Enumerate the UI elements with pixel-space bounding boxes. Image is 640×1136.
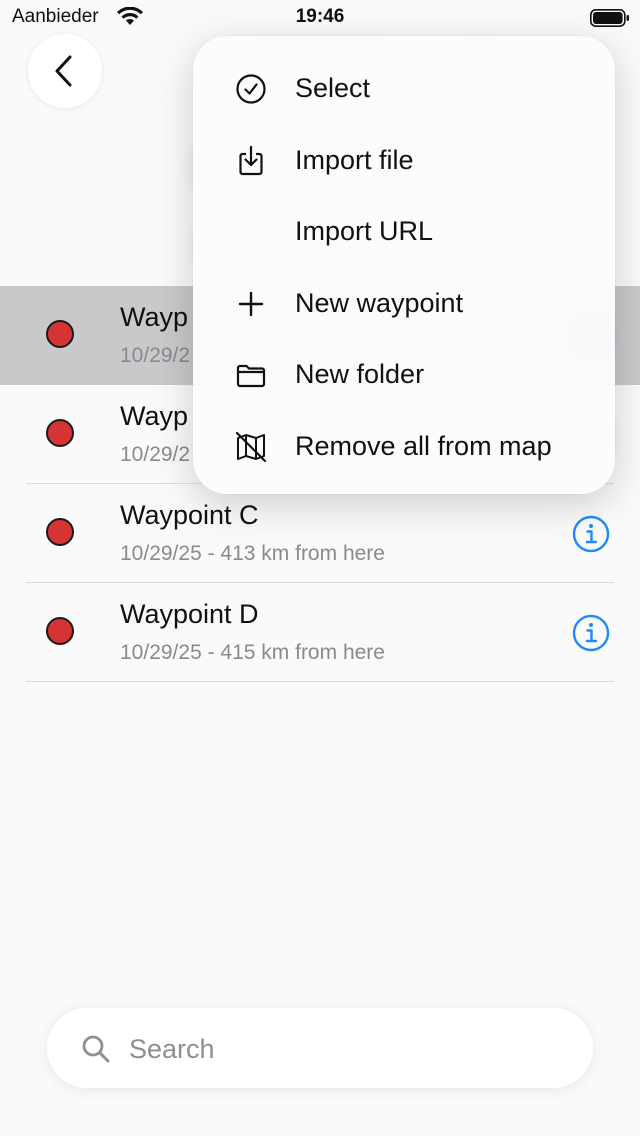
menu-item-label: Select	[295, 73, 371, 103]
menu-item-label: New folder	[295, 359, 425, 389]
waypoint-subtitle: 10/29/25 - 415 km from here	[120, 641, 385, 664]
info-icon[interactable]	[572, 515, 610, 553]
waypoint-marker-icon	[46, 419, 74, 447]
waypoint-row[interactable]: Waypoint C 10/29/25 - 413 km from here	[0, 484, 640, 583]
status-bar: Aanbieder 19:46	[0, 0, 640, 36]
info-icon[interactable]	[572, 614, 610, 652]
waypoint-title: Waypoint D	[120, 599, 259, 629]
menu-item-import-url[interactable]: Import URL	[193, 196, 615, 266]
battery-icon	[590, 9, 629, 27]
menu-item-new-folder[interactable]: New folder	[193, 339, 615, 409]
folder-icon	[236, 364, 266, 388]
waypoint-title: Waypoint C	[120, 500, 259, 530]
waypoint-title: Wayp	[120, 302, 189, 332]
waypoint-marker-icon	[46, 617, 74, 645]
plus-icon	[238, 291, 264, 317]
import-file-icon	[239, 145, 263, 176]
row-divider	[26, 681, 614, 682]
checkmark-circle-icon	[236, 74, 266, 104]
search-icon	[82, 1035, 110, 1063]
waypoint-subtitle: 10/29/2	[120, 443, 191, 466]
search-input[interactable]	[127, 1028, 551, 1070]
waypoint-subtitle: 10/29/25 - 413 km from here	[120, 542, 385, 565]
chevron-left-icon	[55, 55, 72, 87]
waypoint-subtitle: 10/29/2	[120, 344, 191, 367]
search-bar[interactable]	[47, 1008, 593, 1088]
back-button[interactable]	[28, 34, 102, 108]
menu-item-label: Remove all from map	[295, 431, 552, 461]
status-time: 19:46	[295, 6, 345, 27]
menu-item-label: Import URL	[295, 216, 434, 246]
waypoint-title: Wayp	[120, 401, 189, 431]
menu-item-import-file[interactable]: Import file	[193, 125, 615, 195]
actions-menu: Select Import file Import URL New waypoi…	[193, 36, 615, 494]
menu-item-label: New waypoint	[295, 288, 464, 318]
waypoint-marker-icon	[46, 518, 74, 546]
menu-item-label: Import file	[295, 145, 414, 175]
menu-item-select[interactable]: Select	[193, 53, 615, 123]
menu-item-remove-all-from-map[interactable]: Remove all from map	[193, 411, 615, 481]
menu-item-new-waypoint[interactable]: New waypoint	[193, 268, 615, 338]
waypoint-marker-icon	[46, 320, 74, 348]
map-slash-icon	[235, 431, 267, 463]
waypoint-row[interactable]: Waypoint D 10/29/25 - 415 km from here	[0, 583, 640, 682]
